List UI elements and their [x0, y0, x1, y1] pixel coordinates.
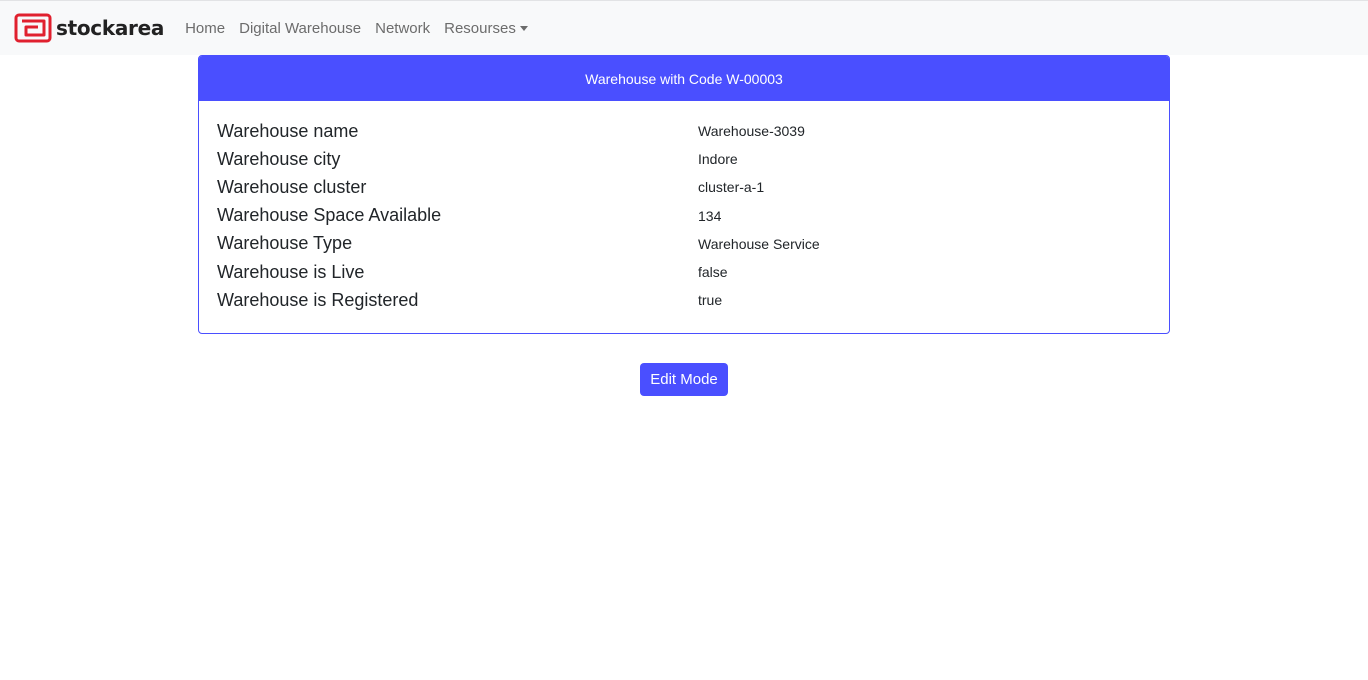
detail-row-is-registered: Warehouse is Registered true: [217, 286, 1151, 314]
nav-links: Home Digital Warehouse Network Resourses: [178, 20, 535, 37]
caret-down-icon: [519, 25, 528, 31]
nav-dropdown-resourses-label: Resourses: [444, 19, 516, 37]
nav-link-digital-warehouse[interactable]: Digital Warehouse: [232, 20, 368, 37]
warehouse-details-card: Warehouse with Code W-00003 Warehouse na…: [198, 55, 1170, 334]
detail-label: Warehouse is Registered: [217, 289, 419, 310]
detail-label: Warehouse is Live: [217, 261, 365, 282]
detail-label: Warehouse cluster: [217, 176, 367, 197]
detail-label: Warehouse Type: [217, 233, 353, 254]
detail-row-type: Warehouse Type Warehouse Service: [217, 230, 1151, 258]
detail-row-is-live: Warehouse is Live false: [217, 258, 1151, 286]
card-body: Warehouse name Warehouse-3039 Warehouse …: [199, 101, 1169, 314]
detail-row-cluster: Warehouse cluster cluster-a-1: [217, 173, 1151, 201]
detail-label: Warehouse Space Available: [217, 205, 442, 226]
nav-link-network[interactable]: Network: [368, 20, 437, 37]
detail-row-space-available: Warehouse Space Available 134: [217, 202, 1151, 230]
detail-value: Warehouse Service: [698, 235, 820, 252]
edit-mode-button[interactable]: Edit Mode: [640, 363, 728, 396]
detail-value: Indore: [698, 151, 738, 168]
brand-name: stockarea: [56, 16, 165, 40]
detail-label: Warehouse name: [217, 120, 359, 141]
detail-row-name: Warehouse name Warehouse-3039: [217, 117, 1151, 145]
detail-value: Warehouse-3039: [698, 123, 805, 140]
detail-label: Warehouse city: [217, 148, 341, 169]
nav-dropdown-resourses[interactable]: Resourses: [437, 20, 535, 37]
stockarea-logo-icon: [14, 13, 52, 43]
detail-value: false: [698, 264, 728, 281]
detail-value: cluster-a-1: [698, 179, 765, 196]
detail-value: true: [698, 292, 723, 309]
top-navbar: stockarea Home Digital Warehouse Network…: [0, 0, 1368, 55]
card-title: Warehouse with Code W-00003: [199, 56, 1169, 101]
detail-row-city: Warehouse city Indore: [217, 145, 1151, 173]
nav-link-home[interactable]: Home: [178, 20, 232, 37]
detail-value: 134: [698, 207, 722, 224]
brand-logo-link[interactable]: stockarea: [14, 13, 164, 43]
